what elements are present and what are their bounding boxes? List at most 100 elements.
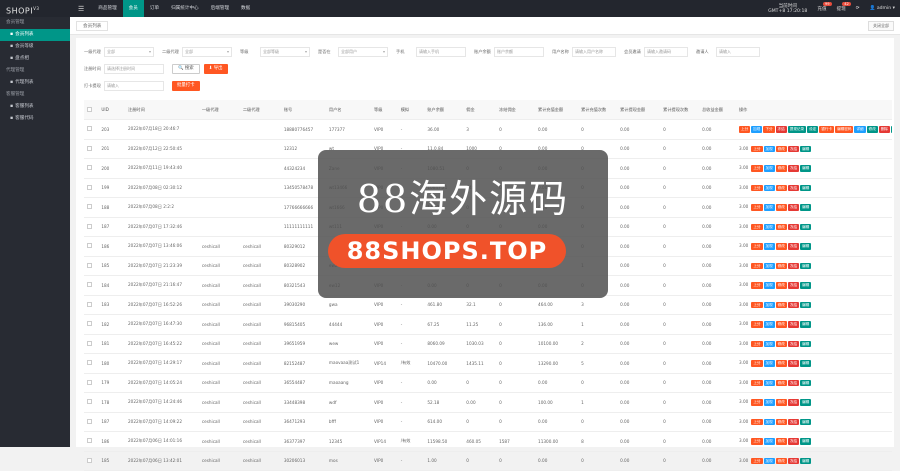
action-button-2[interactable]: 修改 [775, 145, 787, 152]
action-button-2[interactable]: 修改 [775, 399, 787, 406]
filter-field-3[interactable]: 全部用户 [338, 47, 388, 57]
filter-field-1[interactable]: 全部 [182, 47, 232, 57]
top-menu-1[interactable]: 会员 [122, 0, 144, 17]
action-button-0[interactable]: 上分 [751, 321, 763, 328]
action-button-4[interactable]: 编辑 [800, 457, 812, 464]
action-button-0[interactable]: 上分 [751, 184, 763, 191]
action-button-2[interactable]: 修改 [775, 321, 787, 328]
action-button-0[interactable]: 上分 [751, 145, 763, 152]
row-checkbox[interactable] [87, 126, 92, 132]
action-button-0[interactable]: 上分 [738, 126, 751, 133]
row-select-cell[interactable] [84, 451, 99, 471]
action-button-1[interactable]: 加现 [763, 165, 775, 172]
action-button-2[interactable]: 修改 [775, 262, 787, 269]
action-button-9[interactable]: 修改 [866, 126, 878, 133]
action-button-3[interactable]: 冻结 [787, 399, 800, 406]
row-select-cell[interactable] [84, 139, 99, 159]
row-select-cell[interactable] [84, 431, 99, 452]
row-select-cell[interactable] [84, 236, 99, 257]
action-button-2[interactable]: 修改 [775, 282, 787, 289]
action-button-1[interactable]: 加现 [763, 438, 775, 445]
action-button-2[interactable]: 修改 [775, 184, 787, 191]
sidebar-item-1-0[interactable]: ▪ 代理列表 [0, 77, 70, 89]
action-button-0[interactable]: 上分 [751, 204, 763, 211]
action-button-4[interactable]: 编辑 [800, 145, 812, 152]
action-button-2[interactable]: 修改 [775, 340, 787, 347]
action-button-1[interactable]: 加现 [751, 126, 763, 133]
action-button-1[interactable]: 加现 [763, 418, 775, 425]
row-checkbox[interactable] [87, 399, 92, 405]
action-button-0[interactable]: 上分 [751, 379, 763, 386]
row-select-cell[interactable] [84, 217, 99, 237]
menu-toggle-icon[interactable]: ☰ [70, 5, 92, 13]
sidebar-item-0-2[interactable]: ▪ 盘点相 [0, 53, 70, 65]
action-button-1[interactable]: 加现 [763, 457, 775, 464]
sidebar-item-2-1[interactable]: ▪ 客服代码 [0, 113, 70, 125]
action-button-2[interactable]: 修改 [775, 379, 787, 386]
action-button-1[interactable]: 加现 [763, 340, 775, 347]
action-button-2[interactable]: 下分 [763, 126, 775, 133]
punch-input[interactable]: 请输入 [104, 81, 164, 91]
sidebar-group-0[interactable]: 会员管理 [0, 17, 70, 29]
action-button-1[interactable]: 加现 [763, 321, 775, 328]
row-checkbox[interactable] [87, 360, 92, 366]
action-button-4[interactable]: 编辑 [800, 165, 812, 172]
action-button-5[interactable]: 设定 [807, 126, 819, 133]
row-checkbox[interactable] [87, 165, 92, 171]
recharge-button[interactable]: 充值 99 [812, 1, 832, 12]
top-menu-0[interactable]: 商品管理 [92, 0, 122, 17]
action-button-3[interactable]: 冻结 [787, 204, 800, 211]
action-button-4[interactable]: 编辑 [800, 340, 812, 347]
row-select-cell[interactable] [84, 334, 99, 354]
action-button-3[interactable]: 冻结 [775, 126, 787, 133]
action-button-4[interactable]: 编辑 [800, 399, 812, 406]
filter-field-8[interactable]: 请输入 [716, 47, 760, 57]
filter-field-6[interactable]: 请输入用户名称 [572, 47, 616, 57]
close-all-tabs-button[interactable]: 关闭全部 [868, 21, 894, 31]
action-button-3[interactable]: 冻结 [787, 262, 800, 269]
row-select-cell[interactable] [84, 178, 99, 198]
action-button-1[interactable]: 加现 [763, 360, 775, 367]
action-button-1[interactable]: 加现 [763, 223, 775, 230]
action-button-3[interactable]: 冻结 [787, 457, 800, 464]
action-button-3[interactable]: 冻结 [787, 438, 800, 445]
filter-field-7[interactable]: 请输入邀请码 [644, 47, 688, 57]
row-checkbox[interactable] [87, 204, 92, 210]
action-button-1[interactable]: 加现 [763, 184, 775, 191]
action-button-3[interactable]: 冻结 [787, 418, 800, 425]
action-button-3[interactable]: 冻结 [787, 301, 800, 308]
action-button-4[interactable]: 编辑 [800, 262, 812, 269]
action-button-0[interactable]: 上分 [751, 399, 763, 406]
row-checkbox[interactable] [87, 438, 92, 444]
row-checkbox[interactable] [87, 379, 92, 385]
action-button-4[interactable]: 编辑 [800, 301, 812, 308]
action-button-3[interactable]: 冻结 [787, 321, 800, 328]
action-button-2[interactable]: 修改 [775, 204, 787, 211]
action-button-0[interactable]: 上分 [751, 243, 763, 250]
sidebar-item-0-1[interactable]: ▪ 会员等级 [0, 41, 70, 53]
action-button-2[interactable]: 修改 [775, 165, 787, 172]
action-button-1[interactable]: 加现 [763, 145, 775, 152]
action-button-10[interactable]: 删除 [878, 126, 891, 133]
row-select-cell[interactable] [84, 275, 99, 296]
top-menu-2[interactable]: 订单 [144, 0, 165, 17]
action-button-1[interactable]: 加现 [763, 282, 775, 289]
action-button-2[interactable]: 修改 [775, 438, 787, 445]
action-button-2[interactable]: 修改 [775, 243, 787, 250]
action-button-0[interactable]: 上分 [751, 282, 763, 289]
filter-field-2[interactable]: 全部等级 [260, 47, 310, 57]
action-button-0[interactable]: 上分 [751, 438, 763, 445]
action-button-0[interactable]: 上分 [751, 418, 763, 425]
export-button[interactable]: ⬇ 导出 [203, 64, 228, 74]
action-button-0[interactable]: 上分 [751, 223, 763, 230]
action-button-4[interactable]: 编辑 [800, 360, 812, 367]
action-button-1[interactable]: 加现 [763, 399, 775, 406]
action-button-4[interactable]: 编辑 [800, 418, 812, 425]
action-button-1[interactable]: 加现 [763, 204, 775, 211]
row-select-cell[interactable] [84, 353, 99, 374]
sidebar-item-0-0[interactable]: ▪ 会员列表 [0, 29, 70, 41]
action-button-0[interactable]: 上分 [751, 262, 763, 269]
sidebar-item-2-0[interactable]: ▪ 客服列表 [0, 101, 70, 113]
action-button-11[interactable]: 取消拉入 [891, 126, 892, 133]
row-checkbox[interactable] [87, 301, 92, 307]
